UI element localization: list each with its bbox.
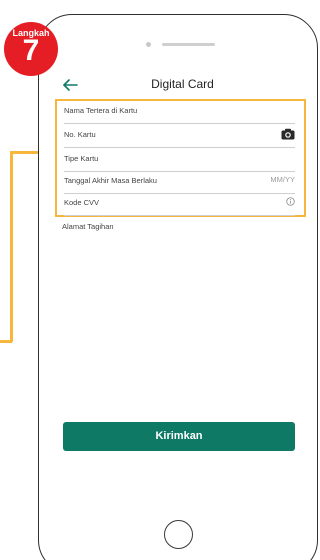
billing-address-label[interactable]: Alamat Tagihan (62, 222, 114, 231)
card-number-label: No. Kartu (64, 130, 96, 139)
card-form-highlight: Nama Tertera di Kartu No. Kartu Tipe Kar… (55, 99, 306, 217)
cardholder-name-field[interactable]: Nama Tertera di Kartu (64, 101, 295, 124)
step-number: 7 (22, 34, 40, 67)
tutorial-canvas: Langkah 7 Digital Card Nama Tertera di K… (0, 0, 319, 560)
expiry-date-label: Tanggal Akhir Masa Berlaku (64, 176, 157, 185)
cvv-field[interactable]: Kode CVV (64, 193, 295, 216)
page-title: Digital Card (151, 77, 214, 91)
phone-speaker (162, 43, 215, 46)
expiry-date-field[interactable]: Tanggal Akhir Masa Berlaku MM/YY (64, 171, 295, 194)
expiry-date-placeholder: MM/YY (270, 175, 295, 184)
card-type-field[interactable]: Tipe Kartu (64, 149, 295, 172)
cvv-label: Kode CVV (64, 198, 100, 207)
app-header: Digital Card (55, 73, 310, 97)
callout-line-vertical (10, 152, 13, 342)
home-button[interactable] (164, 520, 193, 549)
info-icon[interactable] (286, 197, 295, 206)
phone-camera (146, 42, 151, 47)
callout-line-bottom (0, 340, 12, 343)
card-number-field[interactable]: No. Kartu (64, 125, 295, 148)
submit-button[interactable]: Kirimkan (63, 422, 295, 451)
camera-icon[interactable] (281, 128, 295, 140)
cardholder-name-label: Nama Tertera di Kartu (64, 106, 138, 115)
step-badge: Langkah 7 (4, 22, 58, 76)
card-type-label: Tipe Kartu (64, 154, 99, 163)
